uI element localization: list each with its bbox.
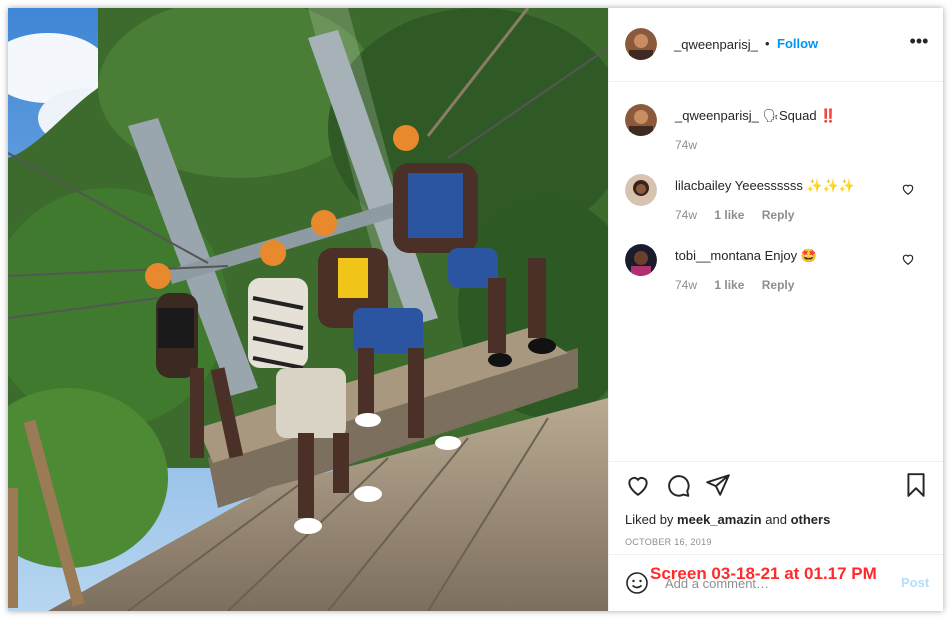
liked-by-user[interactable]: meek_amazin [677,512,762,527]
heart-icon[interactable] [901,252,915,266]
liked-by-joiner: and [765,512,787,527]
author-avatar[interactable] [625,28,657,60]
comment-meta: 74w 1 like Reply [675,208,808,222]
comment-age[interactable]: 74w [675,208,697,222]
comment-icon[interactable] [665,472,691,498]
instagram-post-window: _qweenparisj_ • Follow ••• _qweenparisj_… [8,8,943,611]
comment-text: tobi__montana Enjoy 🤩 [675,248,817,264]
caption-meta: 74w [675,138,711,152]
liked-by: Liked by meek_amazin and others [625,512,830,527]
separator-dot: • [765,36,770,51]
post-photo[interactable] [8,8,608,611]
post-date[interactable]: OCTOBER 16, 2019 [625,537,712,547]
caption-username[interactable]: _qweenparisj_ [675,108,759,123]
add-comment-bar: Post [609,554,943,611]
commenter-avatar[interactable] [625,244,657,276]
caption-age[interactable]: 74w [675,138,697,152]
bookmark-icon[interactable] [903,472,929,498]
caption-avatar[interactable] [625,104,657,136]
zipline-group-photo [8,8,608,611]
share-icon[interactable] [705,472,731,498]
commenter-avatar[interactable] [625,174,657,206]
comment-likes[interactable]: 1 like [714,208,744,222]
emoji-icon[interactable] [625,571,649,595]
comment-username[interactable]: lilacbailey [675,178,731,193]
caption-body: 🗣Squad ‼️ [762,108,837,123]
comment-age[interactable]: 74w [675,278,697,292]
reply-button[interactable]: Reply [762,208,795,222]
heart-icon[interactable] [901,182,915,196]
more-icon[interactable]: ••• [907,32,931,56]
comment-text: lilacbailey Yeeessssss ✨✨✨ [675,178,855,194]
caption-text: _qweenparisj_ 🗣Squad ‼️ [675,108,836,124]
comment-body: Enjoy 🤩 [764,248,817,263]
post-actions: Liked by meek_amazin and others OCTOBER … [609,461,943,555]
post-button[interactable]: Post [901,575,929,590]
liked-by-others[interactable]: others [791,512,831,527]
reply-button[interactable]: Reply [762,278,795,292]
post-side-panel: _qweenparisj_ • Follow ••• _qweenparisj_… [608,8,943,611]
comment-input[interactable] [665,573,885,593]
comment-likes[interactable]: 1 like [714,278,744,292]
follow-button[interactable]: Follow [777,36,818,51]
comments-list: _qweenparisj_ 🗣Squad ‼️ 74w lilacbailey … [609,82,943,462]
author-username[interactable]: _qweenparisj_ [674,37,758,52]
liked-by-prefix: Liked by [625,512,674,527]
post-header: _qweenparisj_ • Follow ••• [609,8,943,82]
comment-body: Yeeessssss ✨✨✨ [734,178,856,193]
heart-icon[interactable] [625,472,651,498]
comment-meta: 74w 1 like Reply [675,278,808,292]
comment-username[interactable]: tobi__montana [675,248,761,263]
